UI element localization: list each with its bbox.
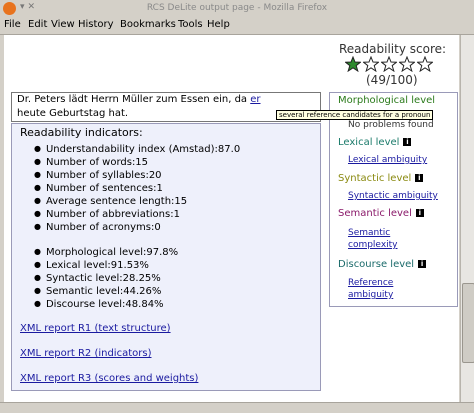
- menu-help[interactable]: Help: [207, 19, 230, 30]
- indicator-item: Syntactic level:28.25%: [34, 272, 178, 285]
- indicator-item: Number of words:15: [34, 156, 240, 169]
- level-label: Morphological level: [338, 95, 436, 106]
- menu-edit[interactable]: Edit: [28, 19, 47, 30]
- reference-ambiguity-link-line1[interactable]: Reference: [348, 277, 393, 289]
- xml-report-r1-link[interactable]: XML report R1 (text structure): [20, 323, 171, 334]
- indicator-item: Lexical level:91.53%: [34, 259, 178, 272]
- status-bar: [0, 402, 474, 413]
- level-label: Lexical level: [338, 137, 400, 148]
- indicator-item: Semantic level:44.26%: [34, 285, 178, 298]
- indicator-item: Number of abbreviations:1: [34, 208, 240, 221]
- window-title: RCS DeLite output page - Mozilla Firefox: [146, 3, 328, 13]
- star-empty-icon: [381, 56, 397, 72]
- readability-score-label: Readability score:: [339, 42, 447, 56]
- info-icon[interactable]: i: [415, 209, 424, 217]
- tooltip: several reference candidates for a prono…: [276, 110, 434, 120]
- star-filled-icon: [345, 56, 361, 72]
- reference-ambiguity-link-line2[interactable]: ambiguity: [348, 289, 393, 301]
- scrollbar-thumb[interactable]: [462, 283, 474, 363]
- morphological-level-item: No problems found: [348, 120, 434, 130]
- info-icon[interactable]: i: [403, 138, 412, 146]
- analyzed-text: Dr. Peters lädt Herrn Müller zum Essen e…: [11, 92, 321, 122]
- menu-file[interactable]: File: [4, 19, 21, 30]
- info-icon[interactable]: i: [418, 260, 427, 268]
- text-line-2: heute Geburtstag hat.: [17, 108, 129, 119]
- indicators-title: Readability indicators:: [20, 126, 143, 139]
- syntactic-level-heading: Syntactic level i: [338, 173, 424, 184]
- indicator-item: Understandability index (Amstad):87.0: [34, 143, 240, 156]
- levels-panel: Morphological level No problems found Le…: [329, 92, 458, 307]
- star-empty-icon: [363, 56, 379, 72]
- text-line-1: Dr. Peters lädt Herrn Müller zum Essen e…: [17, 94, 248, 105]
- pronoun-link[interactable]: er: [250, 94, 260, 105]
- readability-stars: [345, 56, 435, 74]
- indicator-item: Morphological level:97.8%: [34, 246, 178, 259]
- lexical-ambiguity-link[interactable]: Lexical ambiguity: [348, 154, 427, 166]
- menu-bar: File Edit View History Bookmarks Tools H…: [0, 18, 474, 35]
- readability-score-value: (49/100): [366, 73, 418, 87]
- lexical-level-heading: Lexical level i: [338, 137, 412, 148]
- menu-history[interactable]: History: [78, 19, 114, 30]
- vertical-scrollbar[interactable]: [460, 35, 474, 402]
- menu-view[interactable]: View: [51, 19, 75, 30]
- indicator-item: Number of acronyms:0: [34, 221, 240, 234]
- indicator-list-levels: Morphological level:97.8% Lexical level:…: [34, 246, 178, 311]
- menu-tools[interactable]: Tools: [178, 19, 203, 30]
- page-content: Readability score: (49/100) Dr. Peters l…: [4, 35, 459, 402]
- menu-bookmarks[interactable]: Bookmarks: [120, 19, 176, 30]
- star-empty-icon: [417, 56, 433, 72]
- star-empty-icon: [399, 56, 415, 72]
- level-label: Semantic level: [338, 208, 412, 219]
- indicator-item: Average sentence length:15: [34, 195, 240, 208]
- semantic-complexity-link-line1[interactable]: Semantic: [348, 227, 390, 239]
- discourse-level-heading: Discourse level i: [338, 259, 427, 270]
- semantic-complexity-link-line2[interactable]: complexity: [348, 239, 398, 251]
- indicator-item: Number of syllables:20: [34, 169, 240, 182]
- level-label: Discourse level: [338, 259, 415, 270]
- syntactic-ambiguity-link[interactable]: Syntactic ambiguity: [348, 190, 438, 202]
- xml-report-r2-link[interactable]: XML report R2 (indicators): [20, 348, 151, 359]
- indicator-item: Number of sentences:1: [34, 182, 240, 195]
- indicator-list-general: Understandability index (Amstad):87.0 Nu…: [34, 143, 240, 234]
- morphological-level-heading: Morphological level: [338, 95, 435, 106]
- window-titlebar: ▾✕ RCS DeLite output page - Mozilla Fire…: [0, 0, 474, 18]
- xml-report-r3-link[interactable]: XML report R3 (scores and weights): [20, 373, 198, 384]
- indicator-item: Discourse level:48.84%: [34, 298, 178, 311]
- semantic-level-heading: Semantic level i: [338, 208, 424, 219]
- level-label: Syntactic level: [338, 173, 412, 184]
- info-icon[interactable]: i: [415, 174, 424, 182]
- readability-indicators-panel: Readability indicators: Understandabilit…: [11, 123, 321, 391]
